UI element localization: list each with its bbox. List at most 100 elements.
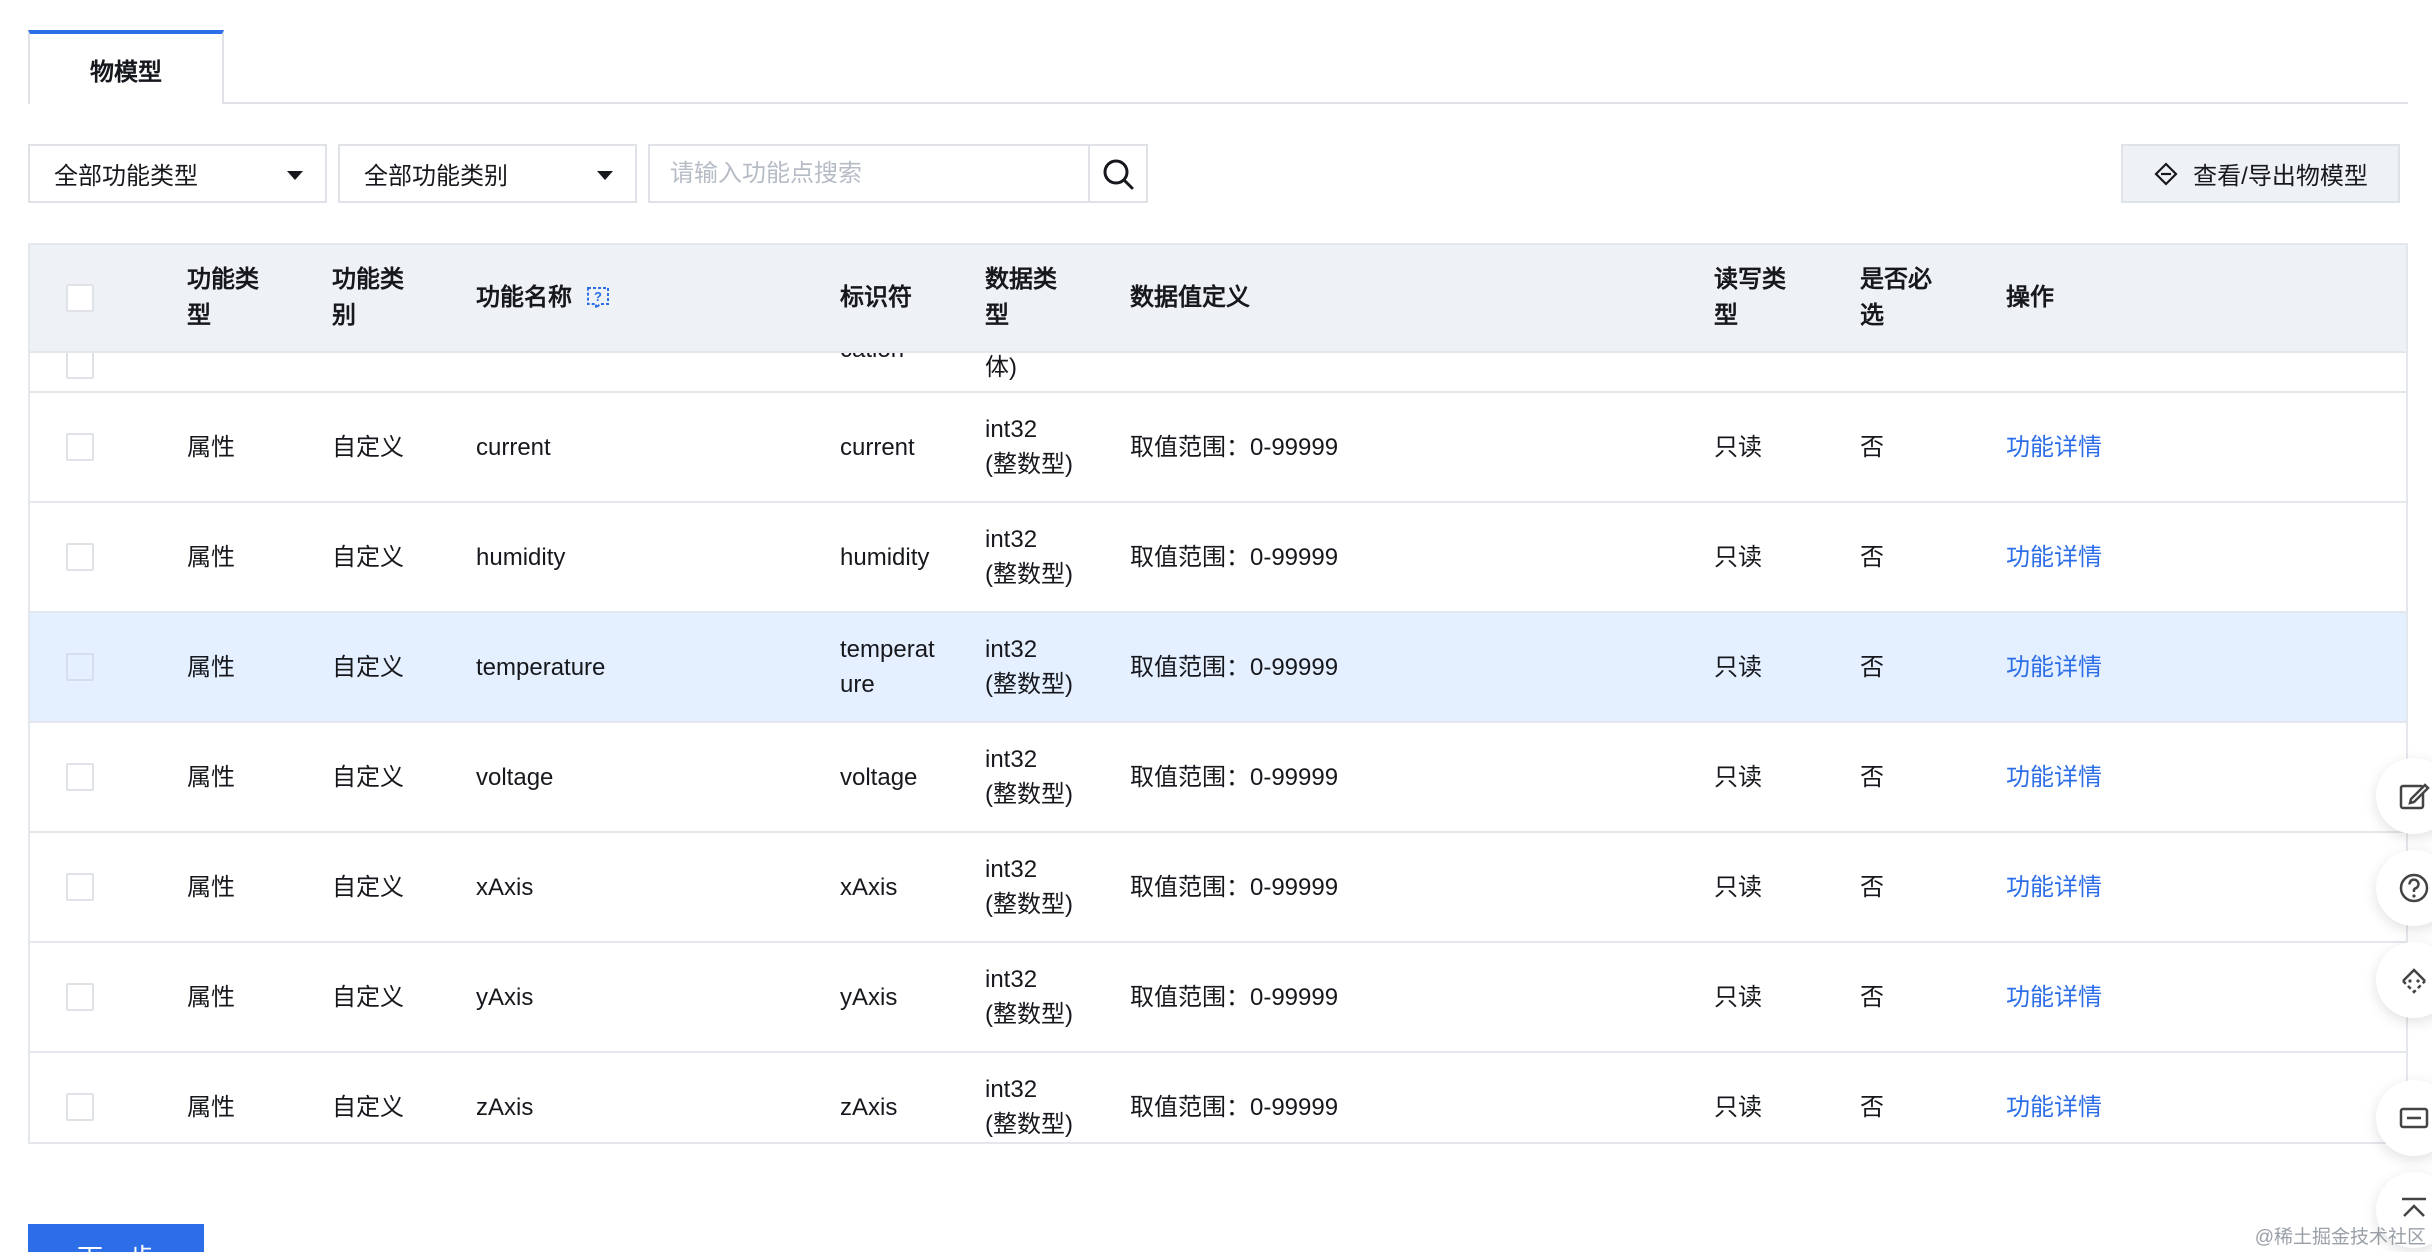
- rw-type-cell: 只读: [1714, 763, 1762, 791]
- function-detail-link[interactable]: 功能详情: [2006, 503, 2206, 611]
- table-body: cation 体) 属性 自定义 current current int32 (…: [30, 353, 2406, 1142]
- tab-label: 物模型: [90, 58, 162, 86]
- func-category-cell: 自定义: [332, 543, 404, 571]
- function-detail-link[interactable]: 功能详情: [2006, 613, 2206, 721]
- export-diamond-icon: [2154, 161, 2178, 186]
- export-button-label: 查看/导出物模型: [2193, 163, 2368, 190]
- help-icon: [2399, 873, 2429, 903]
- func-name-cell: zAxis: [476, 1093, 534, 1121]
- function-detail-link[interactable]: 功能详情: [2006, 723, 2206, 831]
- header-identifier: 标识符: [840, 284, 912, 311]
- row-checkbox[interactable]: [66, 433, 94, 461]
- func-type-cell: 属性: [187, 873, 235, 901]
- function-type-select[interactable]: 全部功能类型: [28, 144, 327, 203]
- data-type-cell: int32 (整数型): [985, 416, 1073, 478]
- function-category-select[interactable]: 全部功能类别: [338, 144, 637, 203]
- table-row: 属性 自定义 yAxis yAxis int32 (整数型) 取值范围：0-99…: [30, 943, 2406, 1053]
- search-input[interactable]: [650, 146, 1088, 201]
- func-name-cell: humidity: [476, 543, 566, 571]
- identifier-cell: yAxis: [840, 983, 898, 1011]
- required-cell: 否: [1860, 543, 1884, 571]
- table-row: 属性 自定义 current current int32 (整数型) 取值范围：…: [30, 393, 2406, 503]
- identifier-cell: voltage: [840, 763, 918, 791]
- next-step-button[interactable]: 下一步: [28, 1224, 204, 1252]
- func-name-cell: voltage: [476, 763, 554, 791]
- func-type-cell: 属性: [187, 1093, 235, 1121]
- function-detail-link[interactable]: 功能详情: [2006, 833, 2206, 941]
- identifier-cell: temperature: [840, 636, 935, 698]
- identifier-cell: xAxis: [840, 873, 898, 901]
- identifier-cell: current: [840, 433, 915, 461]
- rw-type-cell: 只读: [1714, 653, 1762, 681]
- row-checkbox[interactable]: [66, 543, 94, 571]
- func-type-cell: 属性: [187, 763, 235, 791]
- caret-down-icon: [287, 171, 303, 180]
- data-definition-cell: 取值范围：0-99999: [1130, 653, 1339, 681]
- header-operation: 操作: [2006, 284, 2054, 311]
- func-category-cell: 自定义: [332, 983, 404, 1011]
- search-icon: [1103, 159, 1134, 189]
- tab-thing-model[interactable]: 物模型: [28, 30, 224, 106]
- data-type-cell: int32 (整数型): [985, 1076, 1073, 1138]
- table-row: 属性 自定义 xAxis xAxis int32 (整数型) 取值范围：0-99…: [30, 833, 2406, 943]
- data-definition-cell: 取值范围：0-99999: [1130, 543, 1339, 571]
- table-row: cation 体): [30, 353, 2406, 393]
- table-row: 属性 自定义 voltage voltage int32 (整数型) 取值范围：…: [30, 723, 2406, 833]
- func-category-cell: 自定义: [332, 433, 404, 461]
- edit-icon: [2399, 783, 2430, 810]
- identifier-cell: humidity: [840, 543, 930, 571]
- func-category-cell: 自定义: [332, 1093, 404, 1121]
- row-checkbox[interactable]: [66, 983, 94, 1011]
- identifier-cell: zAxis: [840, 1093, 898, 1121]
- data-definition-cell: 取值范围：0-99999: [1130, 763, 1339, 791]
- header-func-name: 功能名称 ?: [476, 245, 816, 351]
- table-header: 功能类型 功能类别 功能名称 ? 标识符 数据类型 数据值定义 读写类型 是否必…: [30, 245, 2406, 353]
- data-definition-cell: 取值范围：0-99999: [1130, 1093, 1339, 1121]
- func-name-cell: temperature: [476, 653, 606, 681]
- table-row: 属性 自定义 humidity humidity int32 (整数型) 取值范…: [30, 503, 2406, 613]
- func-type-cell: 属性: [187, 653, 235, 681]
- required-cell: 否: [1860, 763, 1884, 791]
- func-name-cell: yAxis: [476, 983, 534, 1011]
- required-cell: 否: [1860, 1093, 1884, 1121]
- data-definition-cell: 取值范围：0-99999: [1130, 873, 1339, 901]
- data-type-cell: int32 (整数型): [985, 856, 1073, 918]
- rw-type-cell: 只读: [1714, 433, 1762, 461]
- rw-type-cell: 只读: [1714, 983, 1762, 1011]
- row-checkbox[interactable]: [66, 873, 94, 901]
- function-detail-link[interactable]: 功能详情: [2006, 393, 2206, 501]
- row-checkbox[interactable]: [66, 763, 94, 791]
- required-cell: 否: [1860, 653, 1884, 681]
- row-checkbox[interactable]: [66, 653, 94, 681]
- header-data-definition: 数据值定义: [1130, 284, 1250, 311]
- function-detail-link[interactable]: 功能详情: [2006, 1053, 2206, 1142]
- rw-type-cell: 只读: [1714, 1093, 1762, 1121]
- required-cell: 否: [1860, 983, 1884, 1011]
- func-type-cell: 属性: [187, 543, 235, 571]
- header-data-type: 数据类型: [985, 266, 1057, 329]
- search-button[interactable]: [1088, 146, 1146, 201]
- header-required: 是否必选: [1860, 266, 1932, 329]
- caret-down-icon: [597, 171, 613, 180]
- header-rw-type: 读写类型: [1714, 266, 1786, 329]
- rw-type-cell: 只读: [1714, 873, 1762, 901]
- row-checkbox[interactable]: [66, 1093, 94, 1121]
- export-thing-model-button[interactable]: 查看/导出物模型: [2121, 144, 2400, 203]
- next-step-label: 下一步: [77, 1238, 155, 1252]
- row-checkbox[interactable]: [66, 353, 94, 379]
- tab-bar: 物模型: [28, 30, 2408, 106]
- help-tooltip-icon[interactable]: ?: [584, 286, 612, 310]
- data-type-cell: int32 (整数型): [985, 636, 1073, 698]
- header-func-name-label: 功能名称: [476, 284, 572, 311]
- required-cell: 否: [1860, 873, 1884, 901]
- func-type-cell: 属性: [187, 433, 235, 461]
- function-type-value: 全部功能类型: [54, 163, 198, 190]
- function-detail-link[interactable]: 功能详情: [2006, 943, 2206, 1051]
- func-category-cell: 自定义: [332, 763, 404, 791]
- minimize-icon: [2399, 1107, 2429, 1129]
- rw-type-cell: 只读: [1714, 543, 1762, 571]
- table-row: 属性 自定义 temperature temperature int32 (整数…: [30, 613, 2406, 723]
- func-name-cell: xAxis: [476, 873, 534, 901]
- thing-model-table: 功能类型 功能类别 功能名称 ? 标识符 数据类型 数据值定义 读写类型 是否必…: [28, 243, 2408, 1144]
- select-all-checkbox[interactable]: [66, 284, 94, 312]
